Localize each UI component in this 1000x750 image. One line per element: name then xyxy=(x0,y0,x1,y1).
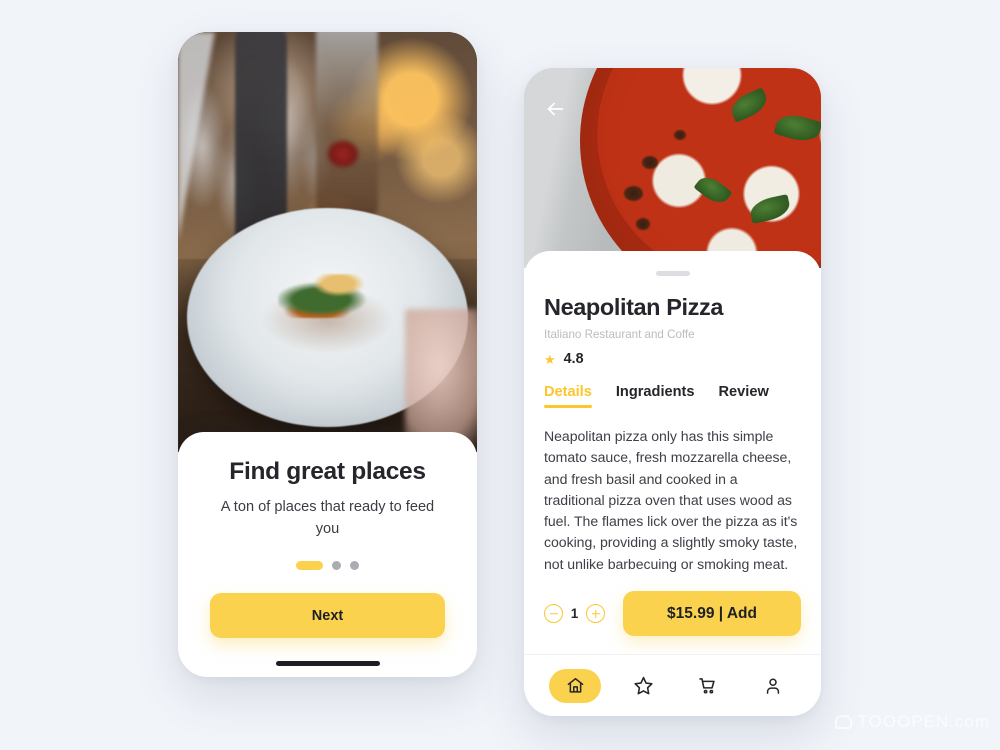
onboarding-hero-photo xyxy=(178,32,477,452)
home-indicator xyxy=(275,661,380,666)
photo-crust-char-2 xyxy=(624,186,643,201)
bottom-navigation xyxy=(524,654,821,716)
tab-ingradients[interactable]: Ingradients xyxy=(616,384,695,408)
tab-details[interactable]: Details xyxy=(544,384,592,408)
restaurant-subtitle: Italiano Restaurant and Coffe xyxy=(544,328,695,341)
minus-circle-icon[interactable] xyxy=(544,604,563,623)
cloud-icon xyxy=(835,715,853,729)
watermark: TOOOPEN.com xyxy=(835,712,990,732)
action-row: 1 $15.99 | Add xyxy=(544,591,801,636)
nav-item-profile[interactable] xyxy=(750,669,796,703)
cart-icon xyxy=(699,678,716,694)
onboarding-title: Find great places xyxy=(229,458,426,485)
photo-crust-char-4 xyxy=(674,130,686,140)
onboarding-subtitle: A ton of places that ready to feed you xyxy=(220,499,435,537)
back-arrow-icon[interactable] xyxy=(544,98,566,120)
card-drag-handle[interactable] xyxy=(655,271,690,276)
pizza-hero-photo xyxy=(524,68,821,268)
tab-review[interactable]: Review xyxy=(719,384,769,408)
nav-item-favorites[interactable] xyxy=(620,669,666,703)
detail-tabs: Details Ingradients Review xyxy=(544,384,801,408)
nav-item-home[interactable] xyxy=(549,668,602,703)
pagination-dot-1[interactable] xyxy=(296,561,323,571)
quantity-stepper: 1 xyxy=(544,604,605,623)
next-button[interactable]: Next xyxy=(210,593,445,639)
quantity-value: 1 xyxy=(570,606,579,621)
onboarding-card: Find great places A ton of places that r… xyxy=(178,432,477,677)
plus-circle-icon[interactable] xyxy=(586,604,605,623)
pagination-dot-2[interactable] xyxy=(332,561,341,571)
star-icon: ★ xyxy=(544,351,556,367)
dish-title: Neapolitan Pizza xyxy=(544,294,724,320)
photo-pizza xyxy=(580,68,821,268)
rating-value: 4.8 xyxy=(563,351,584,367)
dish-description: Neapolitan pizza only has this simple to… xyxy=(544,428,798,572)
pagination-dots xyxy=(210,561,445,571)
home-icon xyxy=(567,678,584,693)
add-to-cart-button[interactable]: $15.99 | Add xyxy=(623,591,801,636)
nav-item-cart[interactable] xyxy=(685,669,731,703)
product-detail-card: Neapolitan Pizza Italiano Restaurant and… xyxy=(524,251,821,716)
watermark-text: TOOOPEN.com xyxy=(857,712,990,731)
photo-crust-char-3 xyxy=(636,218,650,230)
pagination-dot-3[interactable] xyxy=(350,561,359,571)
person-icon xyxy=(766,678,779,694)
detail-phone: Neapolitan Pizza Italiano Restaurant and… xyxy=(524,68,821,716)
rating-row: ★ 4.8 xyxy=(544,351,801,367)
photo-hand-blur xyxy=(405,309,477,452)
photo-wine-glass-accent xyxy=(327,141,358,168)
photo-crust-char-1 xyxy=(642,156,658,169)
photo-plated-dish xyxy=(278,273,377,318)
star-icon xyxy=(634,676,653,695)
onboarding-phone: Find great places A ton of places that r… xyxy=(178,32,477,677)
photo-bottle-light xyxy=(315,32,378,217)
